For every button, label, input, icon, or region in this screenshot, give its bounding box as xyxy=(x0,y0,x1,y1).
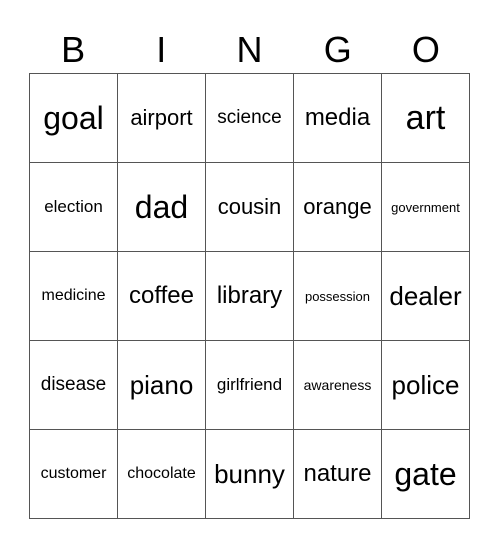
bingo-cell[interactable]: orange xyxy=(293,162,382,252)
bingo-cell[interactable]: media xyxy=(293,73,382,163)
bingo-cell[interactable]: nature xyxy=(293,429,382,519)
bingo-cell[interactable]: police xyxy=(381,340,470,430)
bingo-cell[interactable]: coffee xyxy=(117,251,206,341)
bingo-cell[interactable]: airport xyxy=(117,73,206,163)
bingo-cell[interactable]: chocolate xyxy=(117,429,206,519)
header-letter-n: N xyxy=(236,29,263,70)
bingo-cell[interactable]: election xyxy=(29,162,118,252)
card-row: customer chocolate bunny nature gate xyxy=(29,429,470,519)
bingo-cell[interactable]: possession xyxy=(293,251,382,341)
bingo-cell[interactable]: awareness xyxy=(293,340,382,430)
bingo-cell[interactable]: bunny xyxy=(205,429,294,519)
bingo-cell[interactable]: piano xyxy=(117,340,206,430)
bingo-cell[interactable]: girlfriend xyxy=(205,340,294,430)
bingo-cell[interactable]: library xyxy=(205,251,294,341)
card-row: disease piano girlfriend awareness polic… xyxy=(29,340,470,430)
bingo-cell[interactable]: art xyxy=(381,73,470,163)
bingo-cell[interactable]: science xyxy=(205,73,294,163)
bingo-cell[interactable]: government xyxy=(381,162,470,252)
bingo-cell[interactable]: gate xyxy=(381,429,470,519)
bingo-cell[interactable]: dealer xyxy=(381,251,470,341)
bingo-cell[interactable]: cousin xyxy=(205,162,294,252)
bingo-card: goal airport science media art election … xyxy=(29,73,470,519)
card-row: goal airport science media art xyxy=(29,73,470,163)
header-letter-b: B xyxy=(61,29,86,70)
header-letter-i: I xyxy=(156,29,167,70)
bingo-cell[interactable]: customer xyxy=(29,429,118,519)
card-row: medicine coffee library possession deale… xyxy=(29,251,470,341)
header-letter-g: G xyxy=(323,29,352,70)
card-row: election dad cousin orange government xyxy=(29,162,470,252)
bingo-cell[interactable]: goal xyxy=(29,73,118,163)
bingo-cell[interactable]: dad xyxy=(117,162,206,252)
header-letter-o: O xyxy=(411,29,440,70)
bingo-cell[interactable]: medicine xyxy=(29,251,118,341)
bingo-cell[interactable]: disease xyxy=(29,340,118,430)
bingo-header: B I N G O xyxy=(29,30,470,70)
